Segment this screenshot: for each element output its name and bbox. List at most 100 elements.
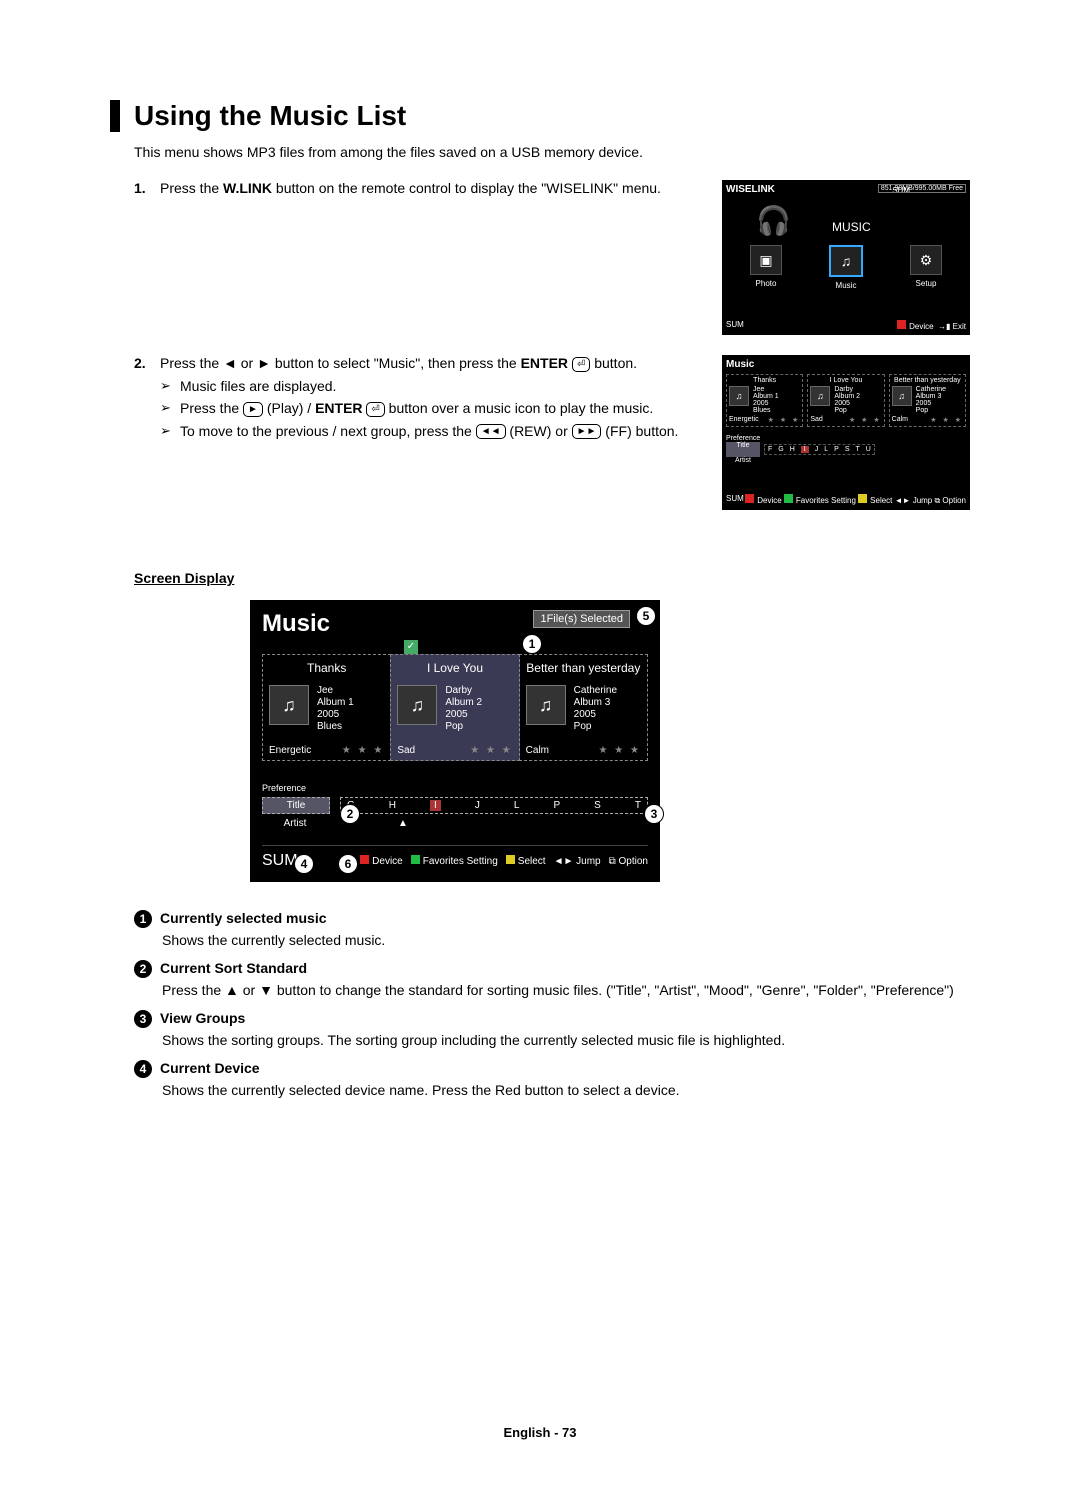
pref-label: Preference: [726, 435, 966, 442]
lc0-genre: Blues: [317, 721, 354, 733]
note-icon: ♫: [810, 386, 830, 406]
h-device: Device: [757, 496, 781, 505]
bullet-arrow-icon: ➢: [160, 423, 180, 440]
c2-mood: Calm: [892, 416, 908, 424]
s2b2: Press the ► (Play) / ENTER ⏎ button over…: [180, 400, 653, 417]
def-1-num: 1: [134, 910, 152, 928]
sort-title[interactable]: Title: [726, 442, 760, 457]
s2b2-pre: Press the: [180, 400, 243, 416]
section-heading: Using the Music List: [110, 100, 970, 132]
letter: T: [635, 800, 641, 811]
def-2-body: Press the ▲ or ▼ button to change the st…: [162, 982, 970, 998]
music-list-screenshot: Music Thanks ♫JeeAlbum 12005Blues Energe…: [722, 355, 970, 510]
c1-mood: Sad: [810, 416, 822, 424]
play-icon: ►: [243, 402, 263, 417]
large-bottombar: SUM Device Favorites Setting Select ◄► J…: [262, 845, 648, 870]
step-2: 2. Press the ◄ or ► button to select "Mu…: [134, 355, 970, 510]
s1-pre: Press the: [160, 180, 223, 196]
c0-artist: Jee: [753, 386, 779, 393]
def-4: 4Current Device Shows the currently sele…: [134, 1060, 970, 1098]
step-1-body: Press the W.LINK button on the remote co…: [160, 180, 722, 196]
stars-icon: ★ ★ ★: [930, 416, 963, 424]
letter: G: [778, 446, 783, 453]
note-icon: ♫: [526, 685, 566, 725]
letter: H: [389, 800, 396, 811]
letter: T: [856, 446, 860, 453]
lc2-genre: Pop: [574, 721, 617, 733]
files-selected-badge: 1File(s) Selected: [533, 610, 630, 628]
letter: U: [866, 446, 871, 453]
s2-bold: ENTER: [521, 355, 568, 371]
note-icon: ♫: [397, 685, 437, 725]
sort-artist[interactable]: Artist: [726, 457, 760, 464]
h-select: Select: [518, 856, 546, 867]
stars-icon: ★ ★ ★: [768, 416, 801, 424]
headphone-icon: 🎧: [756, 204, 791, 237]
s2b3-pre: To move to the previous / next group, pr…: [180, 423, 476, 439]
letters-row[interactable]: FGHIJLPSTU: [764, 444, 875, 455]
page-footer: English - 73: [0, 1425, 1080, 1440]
stars-icon: ★ ★ ★: [849, 416, 882, 424]
lc2-artist: Catherine: [574, 685, 617, 697]
lc1-genre: Pop: [445, 721, 482, 733]
step-1-number: 1.: [134, 180, 160, 196]
c0-mood: Energetic: [729, 416, 759, 424]
large-col-0[interactable]: Thanks ♫JeeAlbum 12005Blues Energetic★ ★…: [262, 654, 391, 761]
up-arrow-icon: ▲: [338, 818, 648, 829]
wiselink-hints: Device →▮ Exit: [897, 320, 966, 331]
large-music-screenshot: Music 1File(s) Selected ✓ Thanks ♫JeeAlb…: [250, 600, 660, 882]
mlist-col-0[interactable]: Thanks ♫JeeAlbum 12005Blues Energetic★ ★…: [726, 374, 803, 427]
def-4-term: Current Device: [160, 1060, 260, 1076]
h-device: Device: [372, 856, 403, 867]
sort-artist[interactable]: Artist: [262, 816, 328, 831]
setup-tile[interactable]: ⚙Setup: [896, 245, 956, 290]
mlist-col-1[interactable]: I Love You ♫DarbyAlbum 22005Pop Sad★ ★ ★: [807, 374, 884, 427]
ff-icon: ►►: [572, 424, 602, 439]
large-letters-row[interactable]: G H I J L P S T: [340, 797, 648, 814]
step-1: 1. Press the W.LINK button on the remote…: [134, 180, 970, 335]
stars-icon: ★ ★ ★: [599, 745, 641, 756]
note-icon: ♫: [269, 685, 309, 725]
c1-artist: Darby: [834, 386, 860, 393]
enter-icon: ⏎: [572, 357, 590, 372]
lc0-album: Album 1: [317, 697, 354, 709]
hints: Device Favorites Setting Select ◄► Jump …: [745, 494, 966, 506]
stars-icon: ★ ★ ★: [342, 745, 384, 756]
def-4-body: Shows the currently selected device name…: [162, 1082, 970, 1098]
photo-tile[interactable]: ▣Photo: [736, 245, 796, 290]
def-3-term: View Groups: [160, 1010, 245, 1026]
music-big-label: MUSIC: [832, 220, 871, 234]
sort-title-active[interactable]: Title: [262, 797, 330, 814]
footer-lang: English -: [504, 1425, 563, 1440]
h-option: Option: [942, 496, 966, 505]
large-col-1[interactable]: I Love You ♫DarbyAlbum 22005Pop Sad★ ★ ★: [390, 654, 519, 761]
lc2-name: Better than yesterday: [526, 661, 641, 675]
s2b1: Music files are displayed.: [180, 378, 336, 394]
definitions: 1Currently selected music Shows the curr…: [134, 910, 970, 1098]
c1-year: 2005: [834, 400, 860, 407]
c2-artist: Catherine: [916, 386, 946, 393]
letter-active: I: [801, 446, 809, 453]
music-label: Music: [816, 281, 876, 290]
callout-5: 5: [636, 606, 656, 626]
large-col-2[interactable]: Better than yesterday ♫CatherineAlbum 32…: [519, 654, 648, 761]
sum: SUM: [726, 494, 744, 506]
c2-genre: Pop: [916, 407, 946, 414]
wiselink-screenshot: WISELINK SUM 851.98MB/995.00MB Free 🎧 MU…: [722, 180, 970, 335]
s2b3-post: (FF) button.: [601, 423, 678, 439]
stars-icon: ★ ★ ★: [470, 745, 512, 756]
h-option: Option: [619, 856, 648, 867]
mlist-col-2[interactable]: Better than yesterday ♫CatherineAlbum 32…: [889, 374, 966, 427]
lc1-year: 2005: [445, 709, 482, 721]
callout-1: 1: [522, 634, 542, 654]
lc0-artist: Jee: [317, 685, 354, 697]
s2b2-post: button over a music icon to play the mus…: [385, 400, 653, 416]
letter-active: I: [430, 800, 441, 811]
s2b2-mid1: (Play) /: [263, 400, 315, 416]
s2b2-bold: ENTER: [315, 400, 362, 416]
h-jump: Jump: [913, 496, 933, 505]
note-icon: ♫: [892, 386, 912, 406]
step-2-body: Press the ◄ or ► button to select "Music…: [160, 355, 722, 445]
music-tile[interactable]: ♫Music: [816, 245, 876, 290]
mlist-title: Music: [726, 359, 966, 370]
